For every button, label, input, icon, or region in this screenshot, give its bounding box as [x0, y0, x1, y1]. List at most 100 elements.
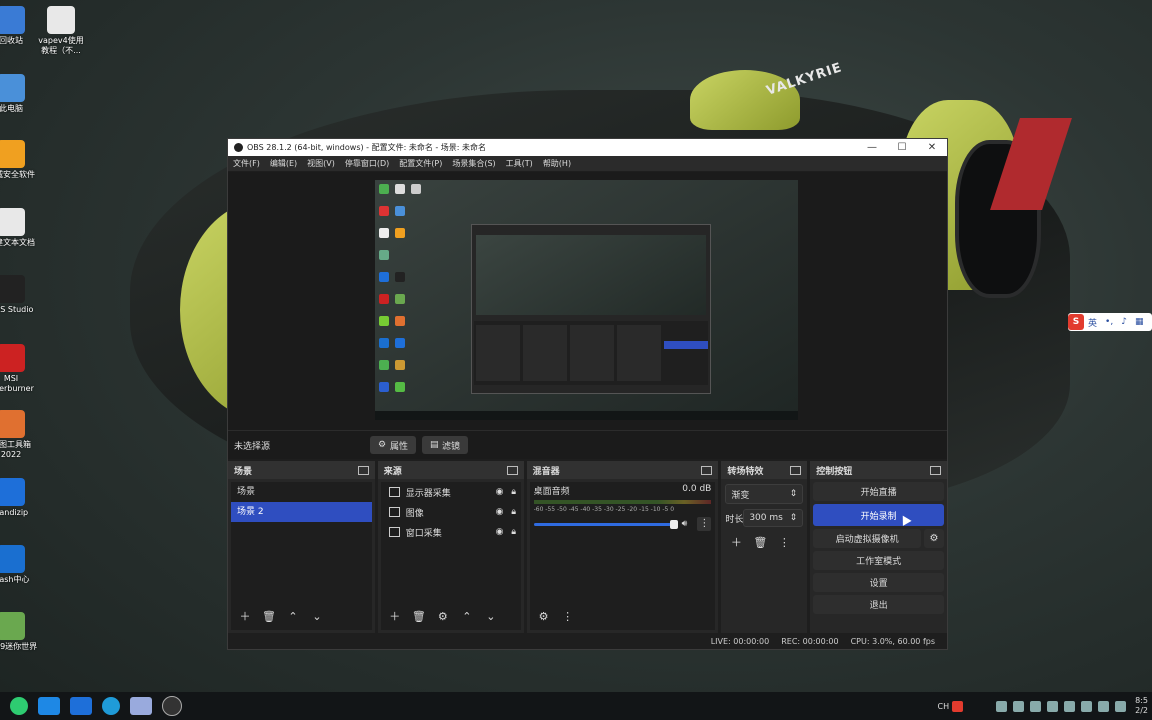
program-preview[interactable] [375, 180, 798, 420]
menu-docks[interactable]: 停靠窗口(D) [345, 158, 389, 169]
source-properties-icon[interactable]: ⚙ [432, 607, 454, 625]
minimize-icon[interactable]: — [857, 142, 887, 153]
speaker-icon[interactable]: 🔊︎ [682, 519, 688, 529]
input-icon[interactable] [1115, 700, 1127, 712]
clock[interactable]: 8:5 2/2 [1135, 696, 1148, 716]
desktop-icon[interactable]: MSI Afterburner [0, 344, 40, 394]
studio-mode-button[interactable]: 工作室模式 [813, 551, 945, 570]
desktop-icon[interactable]: OBS Studio [0, 275, 40, 315]
scenes-dock: 场景 场景 场景 2 ＋ 🗑 ⌃ ⌄ [228, 461, 375, 633]
desktop-icon[interactable]: 此电脑 [0, 74, 40, 114]
notepad-icon[interactable] [130, 697, 152, 715]
app-icon[interactable] [38, 697, 60, 715]
transitions-body: 渐变 ⇕ 时长 300 ms ⇕ ＋ 🗑 ⋮ [721, 479, 808, 633]
scene-item[interactable]: 场景 2 [231, 502, 372, 522]
preview-desktop-icon [379, 382, 389, 392]
move-up-icon[interactable]: ⌃ [282, 607, 304, 625]
desktop-icon[interactable]: vapev4使用 教程（不... [32, 6, 90, 56]
network-icon[interactable] [1081, 700, 1093, 712]
visibility-eye-icon[interactable]: ◉ [493, 507, 507, 517]
ime-language[interactable]: 英 [1088, 316, 1097, 329]
transition-select[interactable]: 渐变 ⇕ [725, 484, 804, 504]
menu-profile[interactable]: 配置文件(P) [399, 158, 442, 169]
remove-transition-icon[interactable]: 🗑 [749, 533, 771, 551]
menu-view[interactable]: 视图(V) [307, 158, 335, 169]
menu-edit[interactable]: 编辑(E) [270, 158, 297, 169]
menu-help[interactable]: 帮助(H) [543, 158, 571, 169]
preview-desktop-icon [379, 228, 389, 238]
source-item[interactable]: 窗口采集 ◉ 🔒︎ [381, 522, 521, 542]
sogou-tray-icon[interactable] [952, 700, 964, 712]
add-source-icon[interactable]: ＋ [384, 607, 406, 625]
desktop-icon[interactable]: 4399迷你世界 [0, 612, 40, 652]
remove-scene-icon[interactable]: 🗑 [258, 607, 280, 625]
source-item[interactable]: 显示器采集 ◉ 🔒︎ [381, 482, 521, 502]
desktop-app-icon [0, 74, 25, 102]
tray-icon[interactable] [1013, 700, 1025, 712]
move-down-icon[interactable]: ⌄ [306, 607, 328, 625]
lock-icon[interactable]: 🔒︎ [507, 487, 521, 497]
menu-file[interactable]: 文件(F) [233, 158, 260, 169]
move-down-icon[interactable]: ⌄ [480, 607, 502, 625]
undock-icon[interactable] [790, 465, 802, 475]
volume-icon[interactable] [1098, 700, 1110, 712]
properties-button[interactable]: ⚙ 属性 [370, 436, 417, 454]
more-options-icon[interactable]: ⋮ [557, 607, 579, 625]
tray-icon[interactable] [1030, 700, 1042, 712]
maximize-icon[interactable]: ☐ [887, 142, 917, 153]
menu-tools[interactable]: 工具(T) [506, 158, 533, 169]
source-item[interactable]: 图像 ◉ 🔒︎ [381, 502, 521, 522]
add-scene-icon[interactable]: ＋ [234, 607, 256, 625]
undock-icon[interactable] [506, 465, 518, 475]
scenes-list: 场景 场景 2 ＋ 🗑 ⌃ ⌄ [231, 482, 372, 630]
undock-icon[interactable] [930, 465, 942, 475]
microphone-icon[interactable]: ♪ [1121, 317, 1127, 327]
volume-slider[interactable] [533, 519, 678, 529]
lock-icon[interactable]: 🔒︎ [507, 507, 521, 517]
gear-icon[interactable]: ⚙ [924, 529, 945, 548]
tray-icon[interactable] [1047, 700, 1059, 712]
menu-scene-collection[interactable]: 场景集合(S) [452, 158, 495, 169]
scene-item[interactable]: 场景 [231, 482, 372, 502]
desktop-icon[interactable]: 新建文本文档 [0, 208, 40, 248]
more-options-icon[interactable]: ⋮ [697, 517, 712, 531]
visibility-eye-icon[interactable]: ◉ [493, 527, 507, 537]
move-up-icon[interactable]: ⌃ [456, 607, 478, 625]
title-bar[interactable]: OBS 28.1.2 (64-bit, windows) - 配置文件: 未命名… [228, 139, 947, 156]
remove-source-icon[interactable]: 🗑 [408, 607, 430, 625]
undock-icon[interactable] [357, 465, 369, 475]
start-recording-button[interactable]: 开始录制 [813, 504, 945, 526]
preview-desktop-icon [395, 272, 405, 282]
advanced-audio-icon[interactable]: ⚙ [533, 607, 555, 625]
wechat-icon[interactable] [10, 697, 28, 715]
more-options-icon[interactable]: ⋮ [773, 533, 795, 551]
lock-icon[interactable]: 🔒︎ [507, 527, 521, 537]
obs-taskbar-icon[interactable] [162, 696, 182, 716]
undock-icon[interactable] [701, 465, 713, 475]
volume-knob[interactable] [669, 519, 678, 529]
docks-row: 场景 场景 场景 2 ＋ 🗑 ⌃ ⌄ 来源 显示器采集 ◉ 🔒︎ 图像 ◉ 🔒︎… [228, 461, 948, 633]
filters-button[interactable]: ▤ 滤镜 [422, 436, 469, 454]
tray-language[interactable]: CH [938, 702, 950, 711]
bandizip-icon[interactable] [70, 697, 92, 715]
start-virtual-camera-button[interactable]: 启动虚拟摄像机 [813, 529, 922, 548]
tray-icon[interactable] [1064, 700, 1076, 712]
add-transition-icon[interactable]: ＋ [725, 533, 747, 551]
edge-icon[interactable] [102, 697, 120, 715]
duration-spinbox[interactable]: 300 ms ⇕ [743, 509, 804, 527]
desktop-icon[interactable]: Flash中心 [0, 545, 40, 585]
scenes-title: 场景 [234, 466, 253, 477]
punctuation-icon[interactable]: •, [1105, 317, 1113, 327]
desktop-icon[interactable]: Bandizip [0, 478, 40, 518]
start-streaming-button[interactable]: 开始直播 [813, 482, 945, 501]
ime-toolbar[interactable]: S 英 •, ♪ ▦ [1068, 313, 1152, 331]
desktop-icon[interactable]: 火绒安全软件 [0, 140, 40, 180]
spin-icon: ⇕ [789, 513, 798, 523]
keyboard-icon[interactable]: ▦ [1135, 317, 1144, 327]
exit-button[interactable]: 退出 [813, 595, 945, 614]
visibility-eye-icon[interactable]: ◉ [493, 487, 507, 497]
desktop-icon[interactable]: 修图工具箱 2022 [0, 410, 40, 460]
close-icon[interactable]: ✕ [917, 142, 947, 153]
settings-button[interactable]: 设置 [813, 573, 945, 592]
tray-icon[interactable] [996, 700, 1008, 712]
